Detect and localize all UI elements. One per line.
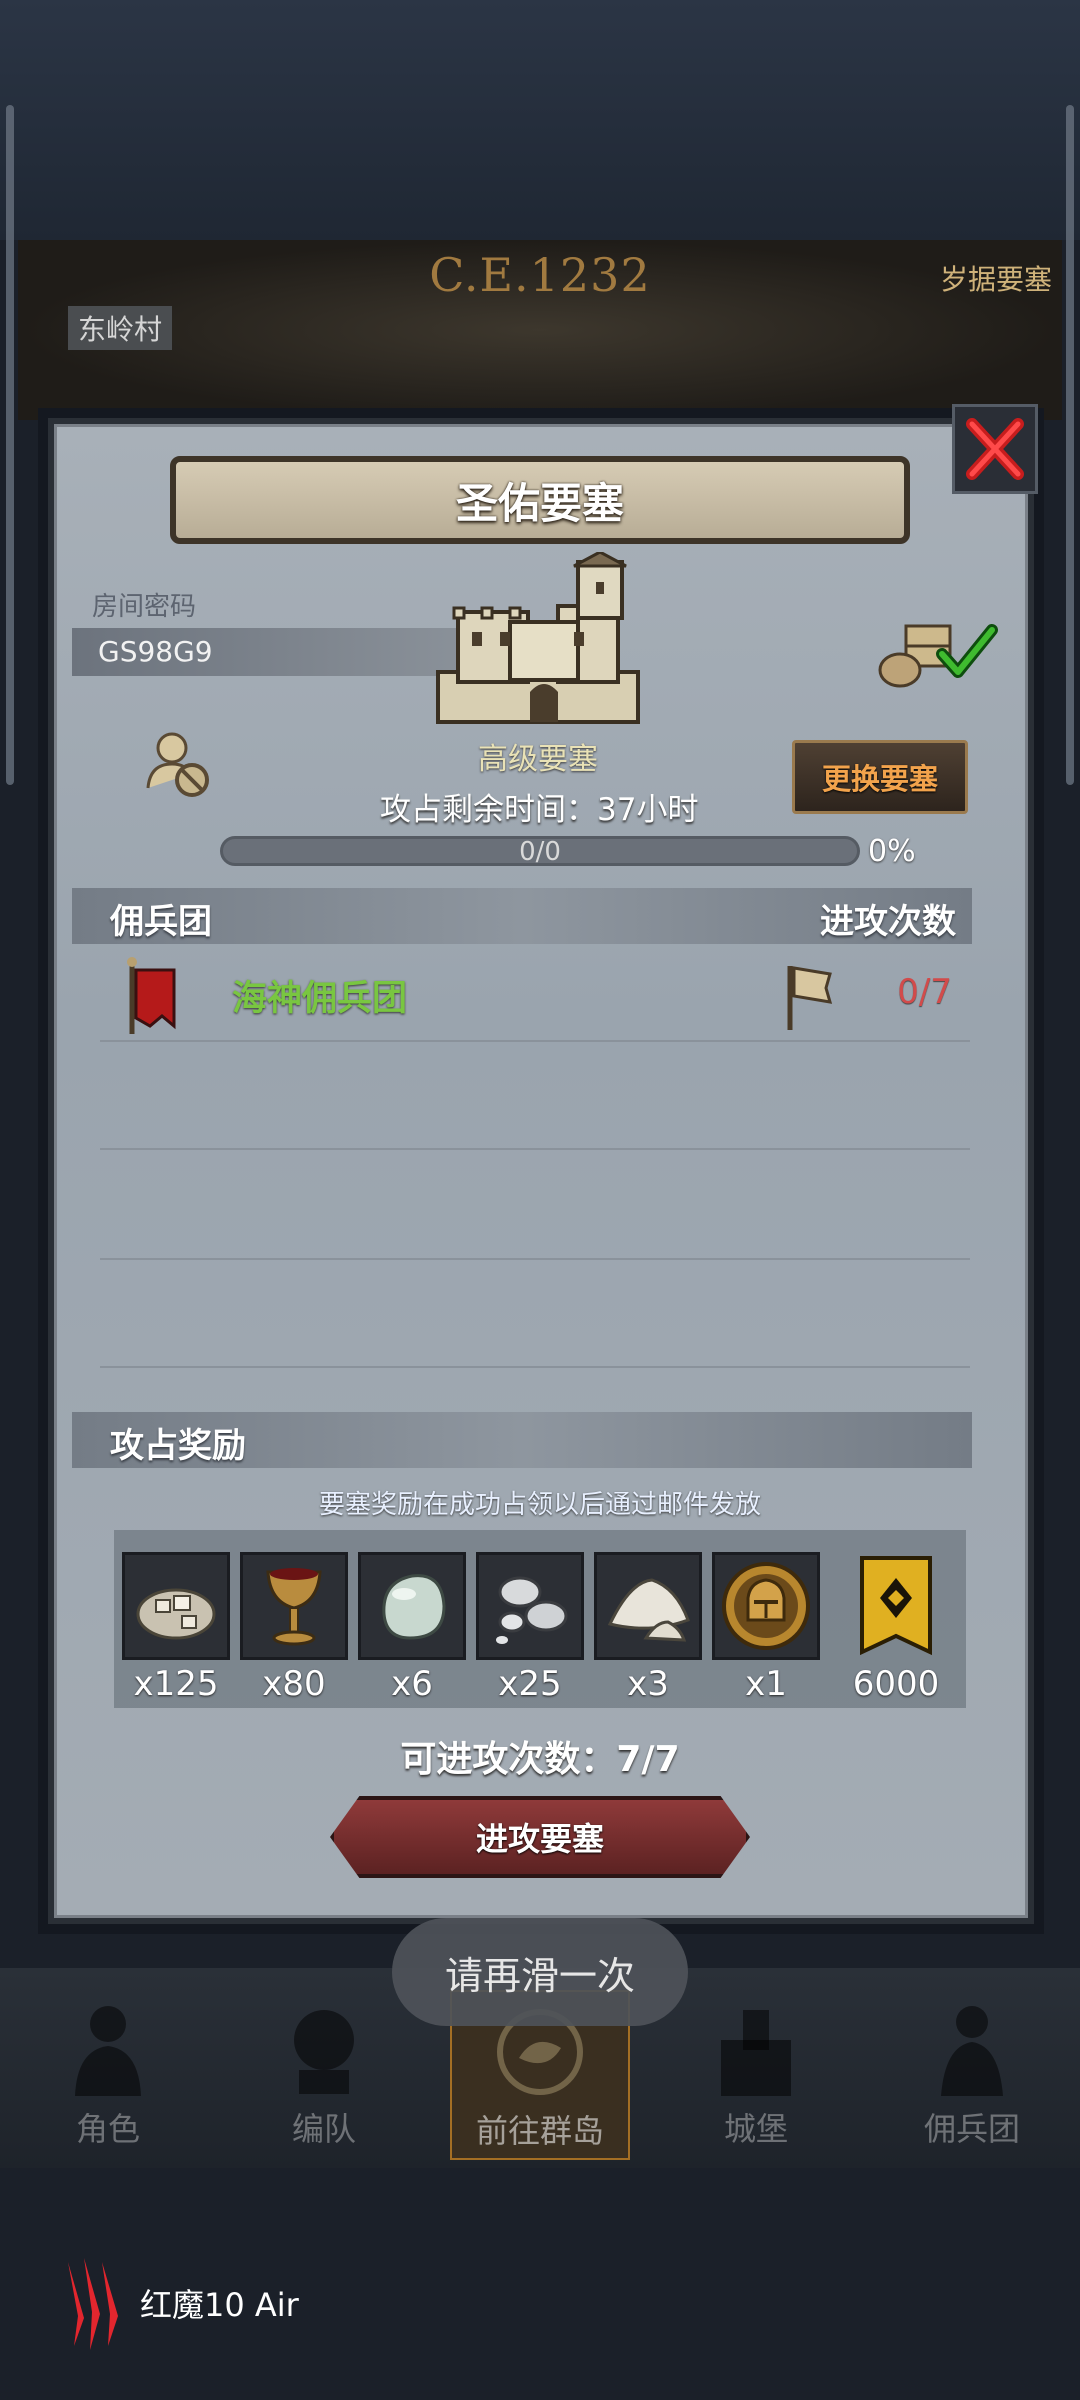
attacks-remaining: 可进攻次数：7/7 [400, 1739, 680, 1780]
no-visitors-icon [146, 732, 209, 797]
left-edge-indicator [6, 105, 14, 785]
close-button[interactable] [952, 404, 1038, 494]
guild-banner-icon [860, 1556, 932, 1656]
reward-item[interactable]: x80 [240, 1552, 348, 1704]
nav-character[interactable]: 角色 [18, 1990, 198, 2160]
reward-item[interactable]: x6 [358, 1552, 466, 1704]
attack-fortress-button[interactable]: 进攻要塞 [330, 1796, 750, 1878]
reward-quantity: x125 [133, 1664, 219, 1704]
character-icon [75, 2006, 141, 2096]
fortress-level: 高级要塞 [478, 742, 598, 777]
jade-stone-icon [382, 1574, 446, 1640]
nav-label: 前往群岛 [475, 2112, 604, 2150]
room-code-label: 房间密码 [92, 592, 197, 622]
reward-quantity: x3 [627, 1664, 669, 1704]
reward-item[interactable]: 6000 [842, 1552, 950, 1704]
reward-item[interactable]: x1 [712, 1552, 820, 1704]
device-name: 红魔10 Air [140, 2286, 299, 2324]
mercenary-row[interactable]: 海神佣兵团 0/7 [100, 950, 970, 1042]
reward-item[interactable]: x3 [594, 1552, 702, 1704]
silver-nuggets-icon [496, 1576, 568, 1644]
reward-item[interactable]: x25 [476, 1552, 584, 1704]
empty-mercenary-slot [100, 1044, 970, 1150]
mercenary-icon [941, 2006, 1003, 2096]
fortress-castle-image [436, 552, 640, 724]
nav-label: 佣兵团 [923, 2110, 1020, 2148]
fortress-title: 圣佑要塞 [170, 456, 910, 544]
location-label-left: 东岭村 [68, 306, 173, 350]
attack-flag-icon [787, 966, 833, 1030]
swipe-again-toast: 请再滑一次 [392, 1918, 688, 2026]
reward-quantity: x6 [391, 1664, 433, 1704]
empty-mercenary-slot [100, 1152, 970, 1260]
red-magic-logo [68, 2258, 118, 2350]
status-area [0, 0, 1080, 240]
reward-quantity: x1 [745, 1664, 787, 1704]
mercenary-attack-count: 0/7 [897, 972, 952, 1012]
close-icon [966, 418, 1024, 480]
change-fortress-button[interactable]: 更换要塞 [792, 740, 968, 814]
nav-label: 城堡 [723, 2110, 788, 2148]
supplies-ready-icon [878, 624, 998, 688]
rewards-note: 要塞奖励在成功占领以后通过邮件发放 [318, 1490, 761, 1520]
occupation-progress-bar: 0/0 [220, 836, 860, 867]
nav-castle[interactable]: 城堡 [666, 1990, 846, 2160]
era-label: C.E.1232 [429, 248, 651, 302]
game-hud-background: C.E.1232 东岭村 岁据要塞 [18, 240, 1062, 420]
nav-mercenary[interactable]: 佣兵团 [882, 1990, 1062, 2160]
attacks-header-label: 进攻次数 [820, 902, 956, 942]
goblet-icon [266, 1568, 322, 1646]
nav-label: 角色 [75, 2110, 140, 2148]
castle-icon [721, 2010, 791, 2096]
reward-quantity: 6000 [852, 1664, 940, 1704]
right-edge-indicator [1066, 105, 1074, 785]
reward-item[interactable]: x125 [122, 1552, 230, 1704]
formation-icon [294, 2010, 354, 2094]
location-label-right: 岁据要塞 [939, 263, 1052, 296]
mercenary-banner-icon [127, 957, 176, 1034]
mercenary-header-label: 佣兵团 [110, 902, 212, 942]
attack-time-remaining: 攻占剩余时间：37小时 [380, 792, 699, 828]
reward-quantity: x25 [498, 1664, 562, 1704]
mercenary-name: 海神佣兵团 [232, 979, 408, 1019]
reward-quantity: x80 [262, 1664, 326, 1704]
progress-text: 0/0 [519, 837, 561, 867]
knight-helmet-medal-icon [722, 1562, 810, 1650]
nav-label: 编队 [291, 2110, 356, 2148]
nav-formation[interactable]: 编队 [234, 1990, 414, 2160]
stone-ore-icon [136, 1588, 216, 1640]
progress-percent: 0% [868, 834, 916, 869]
salt-pile-icon [607, 1578, 690, 1642]
empty-mercenary-slot [100, 1262, 970, 1368]
rewards-header-label: 攻占奖励 [110, 1426, 246, 1466]
